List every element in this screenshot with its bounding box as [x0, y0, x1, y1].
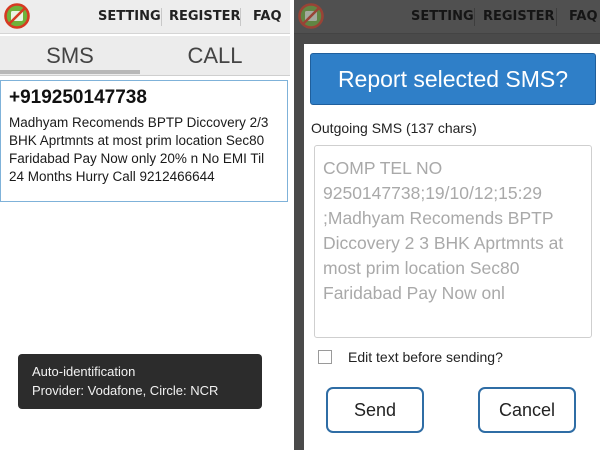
faq-menu[interactable]: FAQ: [253, 0, 282, 34]
tab-call[interactable]: CALL: [140, 36, 290, 75]
toast-notification: Auto-identification Provider: Vodafone, …: [18, 354, 262, 409]
app-logo-icon[interactable]: [3, 2, 31, 30]
menu-separator: [474, 8, 475, 26]
top-bar: SETTING REGISTER FAQ: [0, 0, 290, 34]
menu-separator: [161, 8, 162, 26]
register-menu[interactable]: REGISTER: [169, 0, 241, 34]
sms-text-field[interactable]: COMP TEL NO 9250147738;19/10/12;15:29 ;M…: [314, 145, 592, 338]
menu-separator: [240, 8, 241, 26]
sms-sender-number: +919250147738: [9, 87, 147, 108]
menu-separator: [556, 8, 557, 26]
sms-body: Madhyam Recomends BPTP Diccovery 2/3 BHK…: [9, 115, 269, 184]
faq-menu: FAQ: [569, 9, 598, 24]
outgoing-sms-label: Outgoing SMS (137 chars): [311, 120, 477, 136]
toast-provider: Provider: Vodafone, Circle: NCR: [32, 383, 219, 398]
tab-sms-indicator: [0, 70, 140, 74]
left-screen: SETTING REGISTER FAQ SMS CALL +919250147…: [0, 0, 290, 450]
cancel-button[interactable]: Cancel: [478, 387, 576, 433]
send-button[interactable]: Send: [326, 387, 424, 433]
dialog-title: Report selected SMS?: [310, 53, 596, 105]
register-menu: REGISTER: [483, 9, 555, 24]
sms-list-item[interactable]: +919250147738 Madhyam Recomends BPTP Dic…: [0, 80, 288, 202]
setting-menu: SETTING: [411, 9, 474, 24]
report-sms-dialog: Report selected SMS? Outgoing SMS (137 c…: [304, 44, 600, 450]
setting-menu[interactable]: SETTING: [98, 0, 161, 34]
toast-title: Auto-identification: [32, 364, 136, 379]
edit-text-label: Edit text before sending?: [348, 349, 503, 365]
app-logo-icon: [298, 3, 324, 29]
sms-text-content: COMP TEL NO 9250147738;19/10/12;15:29 ;M…: [323, 158, 564, 303]
edit-text-checkbox[interactable]: [318, 350, 332, 364]
top-bar-dimmed: SETTING REGISTER FAQ: [294, 0, 600, 34]
divider: [0, 75, 290, 76]
